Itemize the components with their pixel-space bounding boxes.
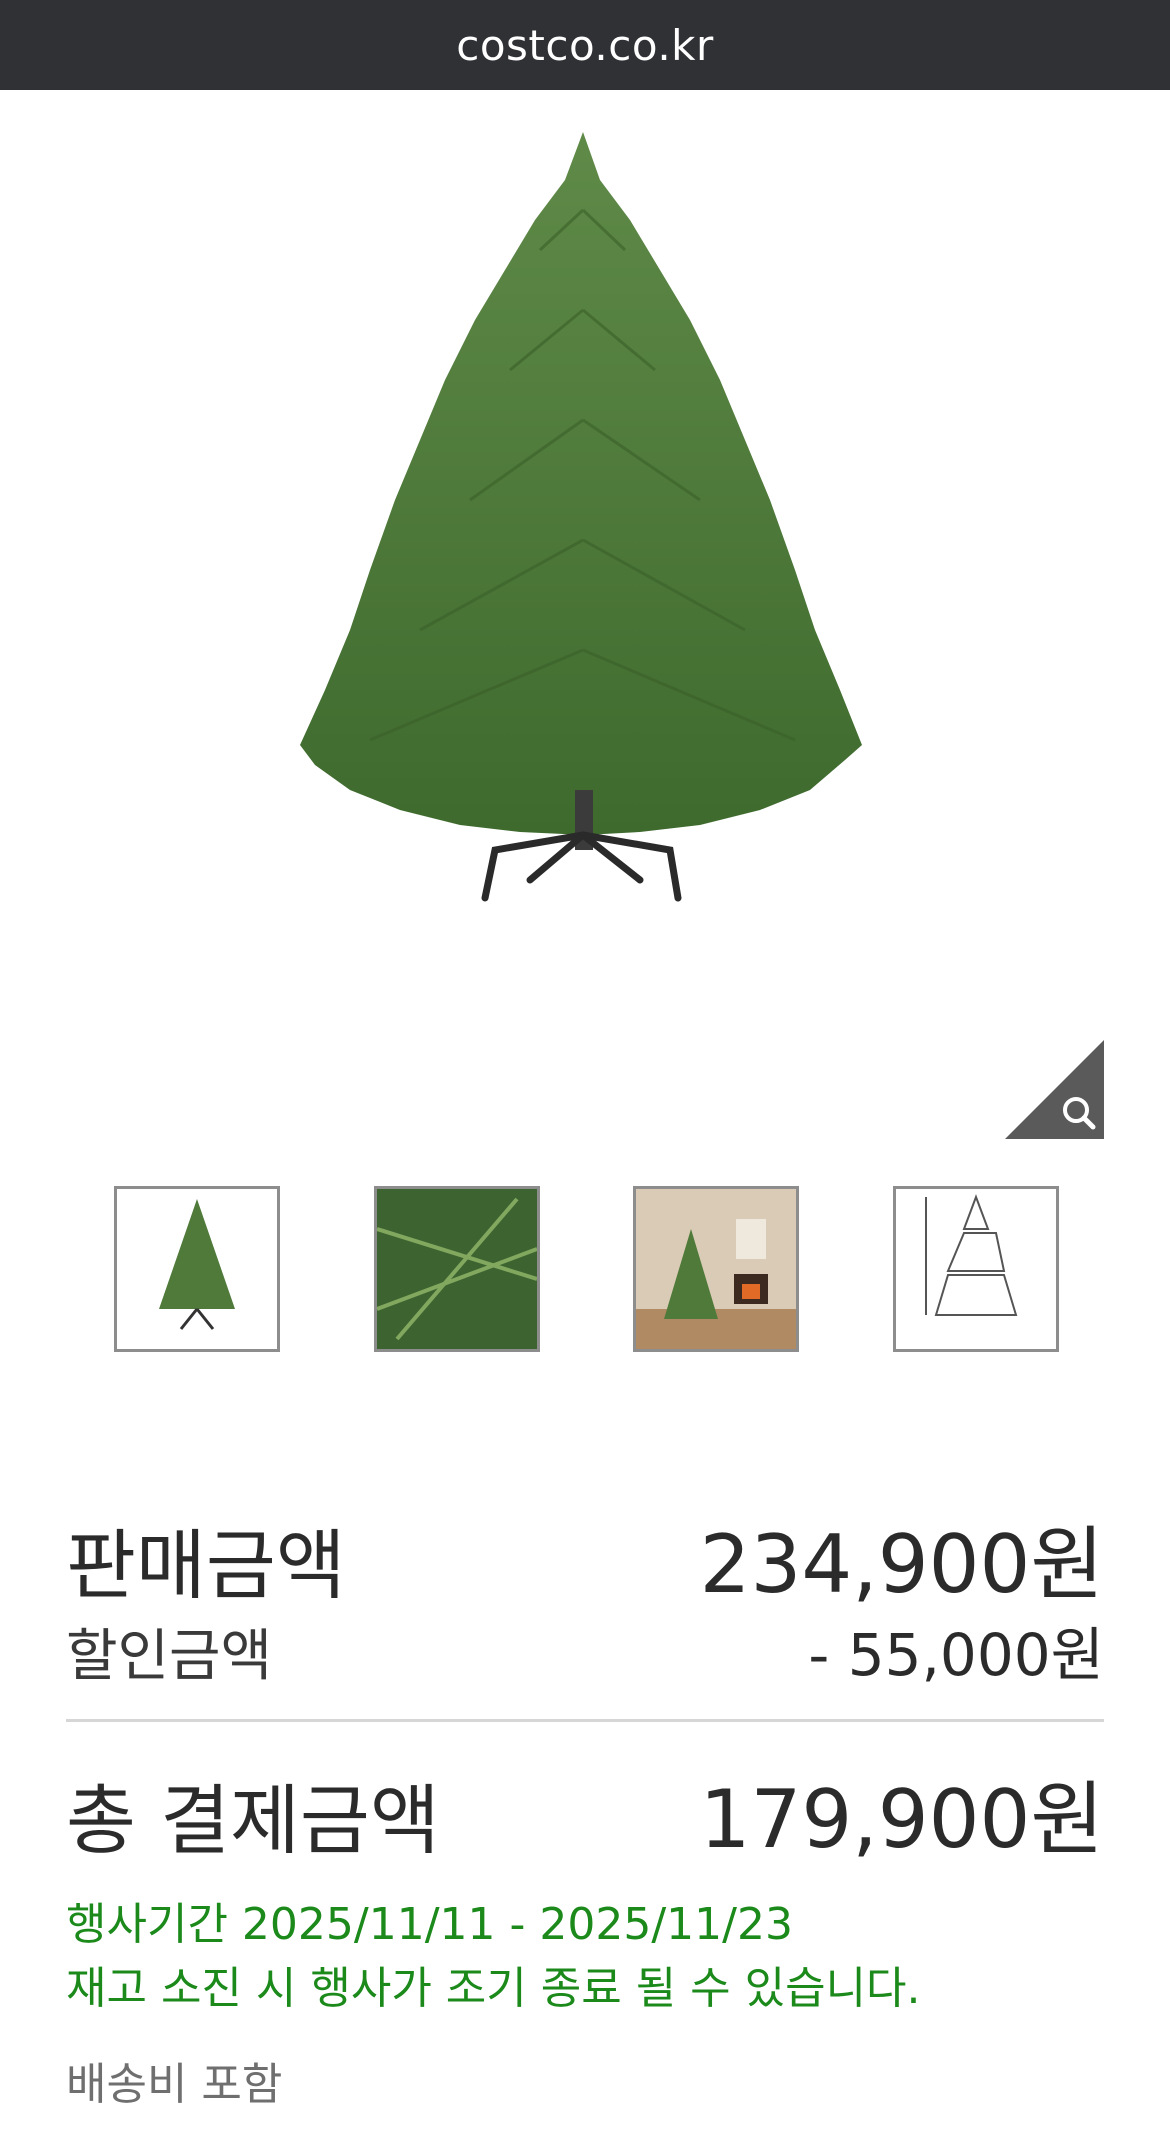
promo-notice: 재고 소진 시 행사가 조기 종료 될 수 있습니다. xyxy=(66,1963,921,2014)
sale-price-value: 234,900원 xyxy=(699,1518,1104,1611)
total-price-row: 총 결제금액 179,900원 xyxy=(66,1755,1104,1871)
thumbnail-branch[interactable] xyxy=(374,1186,540,1352)
thumbnail-room[interactable] xyxy=(633,1186,799,1352)
total-price-value: 179,900원 xyxy=(699,1773,1104,1866)
zoom-button[interactable] xyxy=(1005,1040,1104,1139)
thumbnail-tree[interactable] xyxy=(114,1186,280,1352)
divider xyxy=(66,1719,1104,1722)
thumbnail-size-diagram[interactable] xyxy=(893,1186,1059,1352)
browser-url-bar[interactable]: costco.co.kr xyxy=(0,0,1170,90)
tree-illustration xyxy=(300,132,862,902)
sale-price-label: 판매금액 xyxy=(66,1521,346,1610)
room-thumb-icon xyxy=(636,1189,796,1349)
tree-thumb-icon xyxy=(159,1199,235,1330)
discount-label: 할인금액 xyxy=(66,1624,273,1689)
magnifier-icon xyxy=(1005,1040,1104,1139)
thumbnail-strip xyxy=(0,1186,1170,1352)
diagram-thumb-icon xyxy=(925,1194,1018,1316)
discount-row: 할인금액 - 55,000원 xyxy=(66,1608,1104,1692)
product-main-image[interactable] xyxy=(0,90,1170,1145)
shipping-note: 배송비 포함 xyxy=(66,2059,283,2110)
url-text: costco.co.kr xyxy=(456,20,714,70)
total-price-label: 총 결제금액 xyxy=(66,1776,440,1865)
sale-price-row: 판매금액 234,900원 xyxy=(66,1500,1104,1616)
promo-period: 행사기간 2025/11/11 - 2025/11/23 xyxy=(66,1899,793,1950)
branch-thumb-icon xyxy=(377,1189,537,1349)
discount-value: - 55,000원 xyxy=(808,1621,1104,1689)
